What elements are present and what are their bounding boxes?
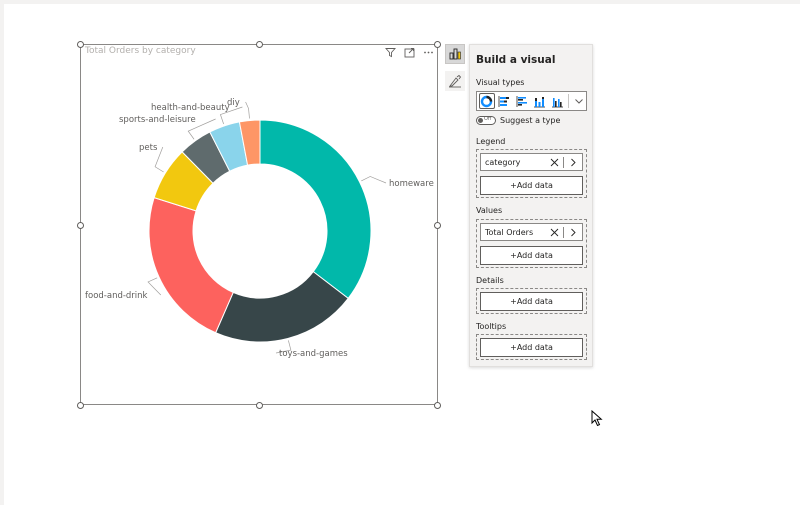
donut-visual[interactable]: Total Orders by category homeware toys-an… <box>77 41 441 409</box>
pane-title: Build a visual <box>476 54 556 66</box>
details-add-data-button[interactable]: +Add data <box>480 292 583 311</box>
chevron-right-icon[interactable] <box>567 226 579 238</box>
visual-type-clustered-column[interactable] <box>550 93 566 109</box>
tooltips-add-data-button[interactable]: +Add data <box>480 338 583 357</box>
visual-type-clustered-bar[interactable] <box>514 93 530 109</box>
resize-handle-s[interactable] <box>256 402 263 409</box>
resize-handle-e[interactable] <box>434 222 441 229</box>
donut-chart-icon <box>481 95 493 107</box>
suggest-type-label: Suggest a type <box>500 116 561 125</box>
visual-types-label: Visual types <box>476 78 525 87</box>
details-well: +Add data <box>476 288 587 314</box>
visual-types-gallery <box>476 91 587 111</box>
leader-line-homeware <box>361 176 387 184</box>
visual-type-stacked-bar[interactable] <box>497 93 513 109</box>
resize-handle-n[interactable] <box>256 41 263 48</box>
legend-label: Legend <box>476 137 506 146</box>
legend-field-pill[interactable]: category <box>480 153 583 171</box>
chevron-down-icon <box>575 99 584 104</box>
toggle-knob <box>478 118 483 123</box>
resize-handle-se[interactable] <box>434 402 441 409</box>
visual-type-donut[interactable] <box>479 93 495 109</box>
build-visual-icon <box>449 48 461 60</box>
resize-handle-sw[interactable] <box>77 402 84 409</box>
suggest-type-row: Off Suggest a type <box>476 116 560 125</box>
remove-field-icon[interactable] <box>548 226 560 238</box>
leader-line-diy <box>245 101 250 119</box>
data-label-homeware: homeware <box>389 179 434 189</box>
leader-line-food-and-drink <box>147 277 162 296</box>
resize-handle-ne[interactable] <box>434 41 441 48</box>
visual-types-separator <box>568 94 570 108</box>
legend-field-name: category <box>485 157 521 167</box>
data-label-diy: diy <box>227 98 240 108</box>
canvas-top-edge <box>0 0 800 4</box>
pill-separator <box>563 156 564 168</box>
values-well: Total Orders +Add data <box>476 219 587 268</box>
details-label: Details <box>476 276 504 285</box>
tooltips-well: +Add data <box>476 334 587 360</box>
stacked-bar-chart-icon <box>498 95 510 107</box>
data-label-pets: pets <box>139 143 158 153</box>
donut-chart: homeware toys-and-games food-and-drink pets… <box>85 98 434 359</box>
visual-type-stacked-column[interactable] <box>532 93 548 109</box>
stacked-column-chart-icon <box>534 96 546 107</box>
format-paintbrush-icon <box>449 74 462 88</box>
donut-slice-food-and-drink[interactable] <box>148 197 234 334</box>
values-label: Values <box>476 206 503 215</box>
resize-handle-w[interactable] <box>77 222 84 229</box>
values-add-data-button[interactable]: +Add data <box>480 246 583 265</box>
canvas-left-edge <box>0 0 4 505</box>
legend-add-data-button[interactable]: +Add data <box>480 176 583 195</box>
donut-slice-homeware[interactable] <box>259 119 372 300</box>
remove-field-icon[interactable] <box>548 156 560 168</box>
chevron-right-icon[interactable] <box>567 156 579 168</box>
build-visual-pane: Build a visual Visual types Off Suggest … <box>469 44 593 367</box>
data-label-health-and-beauty: health-and-beauty <box>151 103 230 113</box>
clustered-column-chart-icon <box>552 97 563 107</box>
visual-types-expand-button[interactable] <box>572 94 586 108</box>
legend-well: category +Add data <box>476 149 587 198</box>
pill-separator <box>563 226 564 238</box>
data-label-sports-and-leisure: sports-and-leisure <box>119 115 196 125</box>
mouse-cursor-icon <box>591 410 603 427</box>
values-field-name: Total Orders <box>485 227 534 237</box>
clustered-bar-chart-icon <box>516 95 527 107</box>
tooltips-label: Tooltips <box>476 322 507 331</box>
resize-handle-nw[interactable] <box>77 41 84 48</box>
format-visual-button[interactable] <box>445 71 465 91</box>
toggle-state: Off <box>484 116 492 122</box>
data-label-food-and-drink: food-and-drink <box>85 291 148 301</box>
build-visual-button[interactable] <box>445 44 465 64</box>
suggest-type-toggle[interactable]: Off <box>476 116 496 125</box>
values-field-pill[interactable]: Total Orders <box>480 223 583 241</box>
data-label-toys-and-games: toys-and-games <box>279 349 348 359</box>
